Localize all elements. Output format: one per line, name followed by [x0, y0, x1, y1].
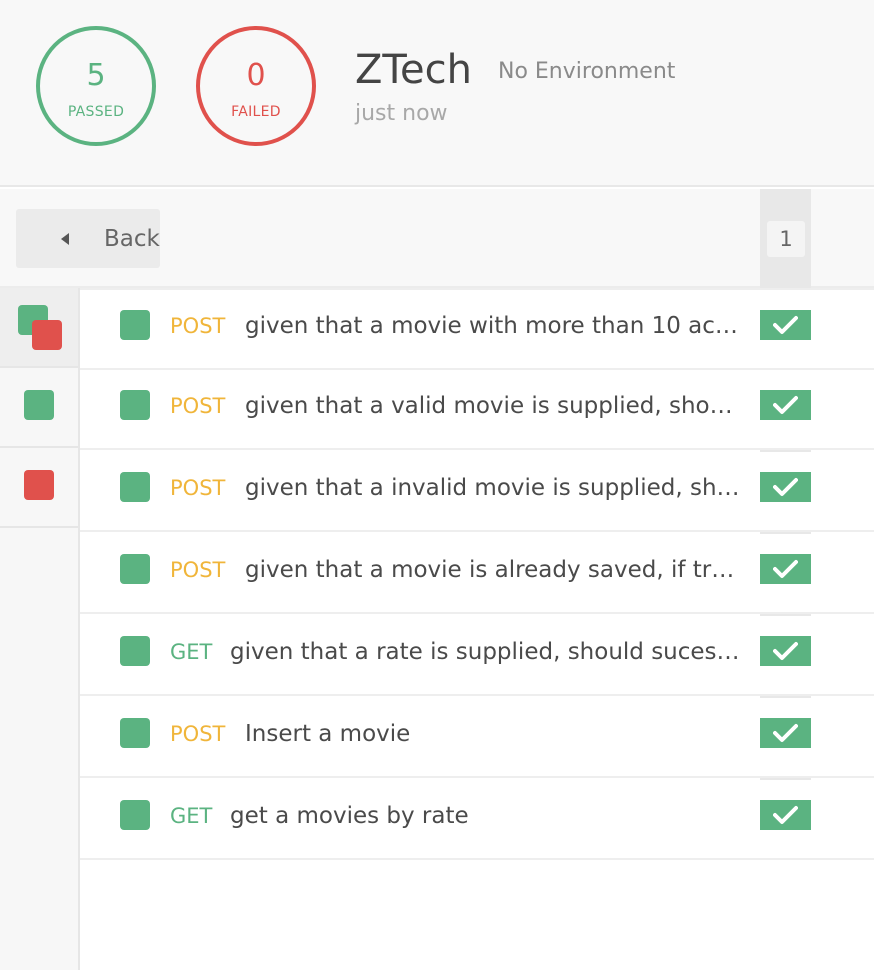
test-row[interactable]: POST given that a movie with more than 1…: [80, 290, 874, 368]
pass-status-icon: [120, 390, 150, 420]
test-name: given that a valid movie is supplied, sh…: [245, 393, 745, 419]
http-method: POST: [170, 314, 226, 338]
test-row[interactable]: POST given that a valid movie is supplie…: [80, 370, 874, 448]
passed-label: PASSED: [67, 104, 125, 120]
failed-label: FAILED: [231, 104, 281, 120]
pass-status-icon: [120, 800, 150, 830]
checkmark-icon: [773, 724, 798, 742]
checkmark-icon: [773, 642, 798, 660]
status-filter-sidebar: [0, 288, 80, 970]
iteration-result-pass: [760, 310, 811, 340]
pass-status-icon: [120, 472, 150, 502]
iteration-result-pass: [760, 718, 811, 748]
toolbar: Back: [0, 189, 874, 288]
checkmark-icon: [773, 478, 798, 496]
back-arrow-icon: [61, 233, 69, 245]
pass-status-icon: [120, 718, 150, 748]
passed-count-circle: 5 PASSED: [36, 26, 156, 146]
test-row[interactable]: POST given that a movie is already saved…: [80, 534, 874, 612]
http-method: POST: [170, 476, 226, 500]
checkmark-icon: [773, 806, 798, 824]
run-summary-header: 5 PASSED 0 FAILED ZTech No Environment j…: [0, 0, 874, 187]
http-method: POST: [170, 394, 226, 418]
pass-status-icon: [120, 554, 150, 584]
iteration-result-pass: [760, 472, 811, 502]
http-method: POST: [170, 558, 226, 582]
fail-status-icon: [24, 470, 54, 500]
iteration-result-pass: [760, 800, 811, 830]
back-button[interactable]: Back: [16, 209, 160, 268]
checkmark-icon: [773, 316, 798, 334]
passed-count: 5: [86, 58, 106, 93]
test-row[interactable]: POST Insert a movie: [80, 698, 874, 776]
pass-status-icon: [24, 390, 54, 420]
back-button-label: Back: [104, 226, 160, 252]
test-row[interactable]: GET get a movies by rate: [80, 780, 874, 858]
filter-failed[interactable]: [0, 448, 78, 528]
test-row[interactable]: GET given that a rate is supplied, shoul…: [80, 616, 874, 694]
collection-title: ZTech: [355, 47, 472, 93]
environment-label: No Environment: [498, 59, 676, 84]
http-method: GET: [170, 640, 213, 664]
test-name: given that a rate is supplied, should su…: [230, 639, 745, 665]
iteration-result-pass: [760, 390, 811, 420]
checkmark-icon: [773, 396, 798, 414]
test-name: given that a movie is already saved, if …: [245, 557, 745, 583]
iteration-result-pass: [760, 636, 811, 666]
test-row[interactable]: POST given that a invalid movie is suppl…: [80, 452, 874, 530]
pass-status-icon: [120, 636, 150, 666]
fail-status-icon: [32, 320, 62, 350]
test-name: given that a movie with more than 10 act…: [245, 313, 745, 339]
iteration-result-pass: [760, 554, 811, 584]
failed-count: 0: [246, 58, 266, 93]
run-time: just now: [355, 101, 448, 126]
test-name: Insert a movie: [245, 721, 411, 747]
pass-status-icon: [120, 310, 150, 340]
test-name: given that a invalid movie is supplied, …: [245, 475, 745, 501]
http-method: POST: [170, 722, 226, 746]
filter-passed[interactable]: [0, 368, 78, 448]
filter-all[interactable]: [0, 288, 78, 368]
test-name: get a movies by rate: [230, 803, 469, 829]
http-method: GET: [170, 804, 213, 828]
iteration-1-header[interactable]: 1: [767, 221, 805, 257]
failed-count-circle: 0 FAILED: [196, 26, 316, 146]
checkmark-icon: [773, 560, 798, 578]
